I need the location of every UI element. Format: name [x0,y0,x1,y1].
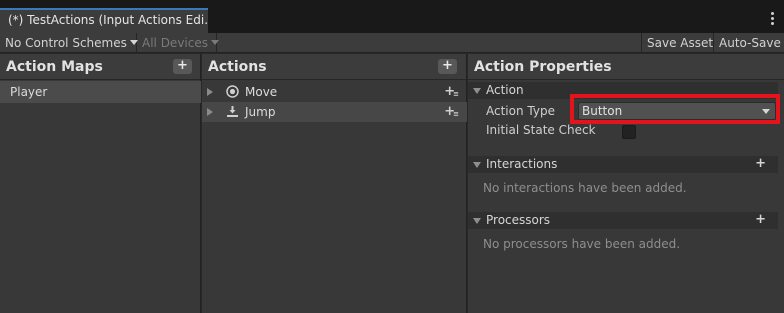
actions-title: Actions [208,59,267,75]
interactions-empty-message: No interactions have been added. [483,181,687,195]
action-maps-panel: Action Maps + Player [0,54,201,313]
action-label-jump: Jump [245,105,276,119]
chevron-down-icon [473,218,481,224]
add-processor-button[interactable]: + [755,212,766,227]
chevron-down-icon [473,88,481,94]
add-binding-button[interactable]: +≡ [444,84,459,99]
add-action-map-button[interactable]: + [173,59,192,74]
action-foldout-label: Action [486,83,524,97]
devices-label: All Devices [142,36,208,50]
processors-foldout-label: Processors [486,213,551,227]
button-press-icon [227,106,238,117]
actions-panel: Actions + Move +≡ Jump +≡ [202,54,467,313]
action-item-jump[interactable]: Jump +≡ [202,102,467,122]
control-schemes-dropdown[interactable]: No Control Schemes [0,33,138,53]
action-label-move: Move [245,85,278,99]
control-schemes-label: No Control Schemes [5,36,127,50]
toolbar: No Control Schemes All Devices Save Asse… [0,33,784,53]
action-item-move[interactable]: Move +≡ [202,82,467,102]
initial-state-check-label: Initial State Check [486,123,596,137]
add-binding-button[interactable]: +≡ [444,104,459,119]
processors-foldout[interactable]: Processors + [468,212,778,229]
initial-state-checkbox[interactable] [622,125,636,139]
joystick-icon [226,85,239,98]
interactions-foldout-label: Interactions [486,157,558,171]
action-map-item-player[interactable]: Player [0,81,201,103]
properties-header: Action Properties [468,54,784,80]
add-interaction-button[interactable]: + [755,156,766,171]
interactions-foldout[interactable]: Interactions + [468,156,778,173]
chevron-down-icon [473,162,481,168]
action-type-label: Action Type [486,104,555,118]
action-properties-panel: Action Properties Action Action Type But… [468,54,784,313]
more-options-icon[interactable] [771,12,774,27]
save-asset-button[interactable]: Save Asset [641,33,718,53]
action-maps-title: Action Maps [6,59,103,75]
action-maps-header: Action Maps + [0,54,200,80]
highlight-box [570,94,780,124]
properties-title: Action Properties [474,59,612,75]
actions-header: Actions + [202,54,466,80]
chevron-down-icon [210,40,219,45]
window-tab-bar: (*) TestActions (Input Actions Edi... [0,0,784,33]
editor-tab[interactable]: (*) TestActions (Input Actions Edi... [0,8,208,33]
add-action-button[interactable]: + [438,59,457,74]
processors-empty-message: No processors have been added. [483,237,681,251]
expand-arrow-icon[interactable] [207,108,213,116]
devices-dropdown: All Devices [137,33,219,53]
expand-arrow-icon[interactable] [207,88,213,96]
auto-save-toggle[interactable]: Auto-Save [713,33,784,53]
